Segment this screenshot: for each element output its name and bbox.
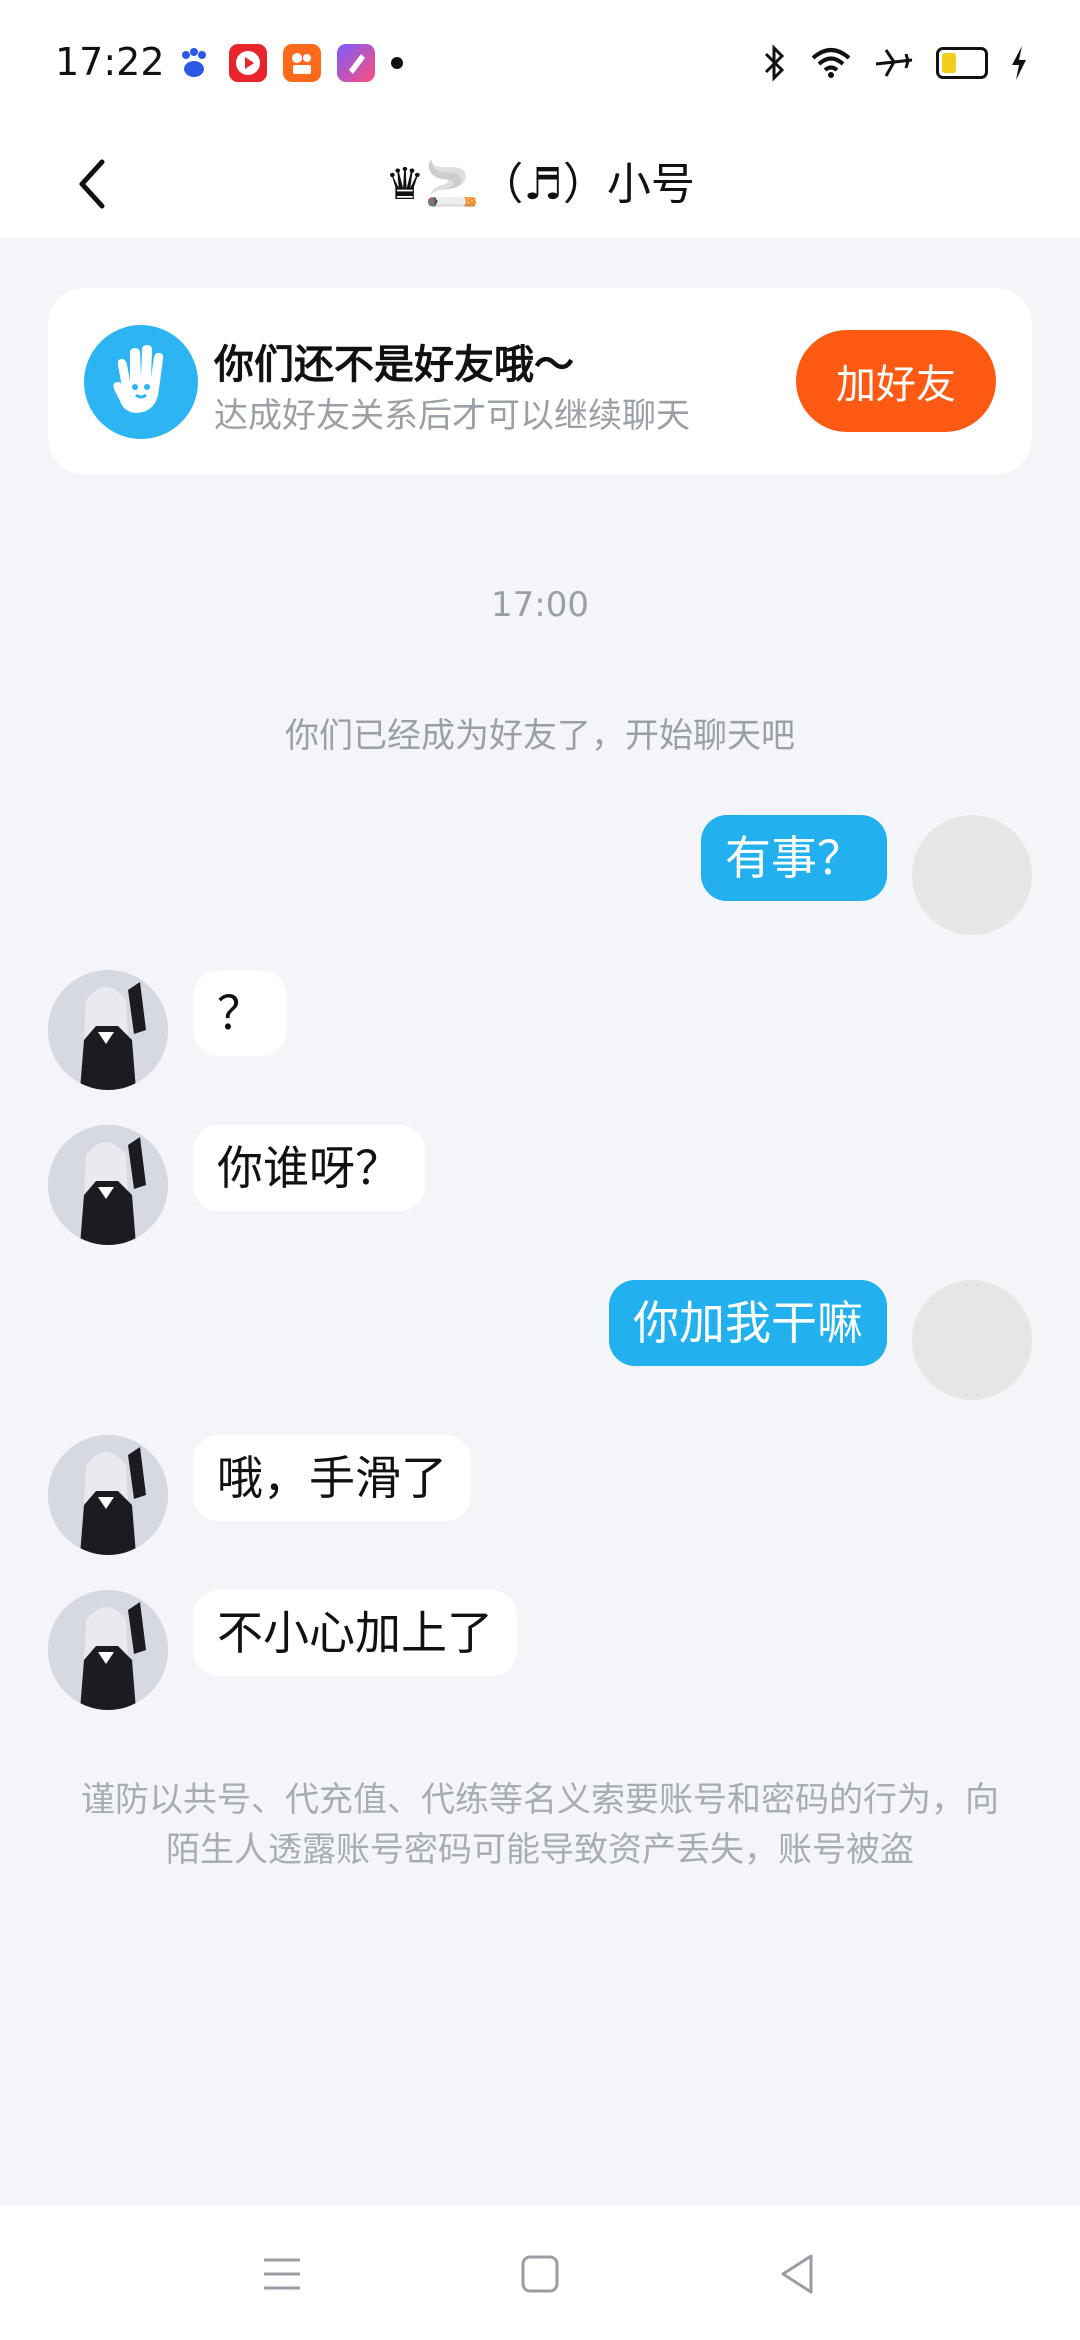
card-subtitle: 达成好友关系后才可以继续聊天: [214, 396, 690, 436]
system-icons: [762, 44, 1028, 82]
contact-avatar[interactable]: [48, 1590, 168, 1710]
message-bubble-sent[interactable]: 有事？: [701, 815, 887, 901]
kuaishou-app-icon: [283, 44, 321, 82]
system-message: 你们已经成为好友了，开始聊天吧: [285, 716, 795, 756]
back-nav-button[interactable]: [762, 2239, 832, 2309]
menu-icon: [264, 2258, 300, 2290]
home-square-icon: [521, 2255, 559, 2293]
add-friend-button[interactable]: 加好友: [796, 330, 996, 432]
message-bubble-received[interactable]: 你谁呀？: [193, 1125, 425, 1211]
chat-header: ♛🚬（♬）小号: [0, 130, 1080, 238]
bluetooth-icon: [764, 44, 785, 82]
charging-icon: [1012, 46, 1026, 80]
card-title: 你们还不是好友哦～: [214, 342, 574, 388]
notification-icons: [175, 44, 403, 82]
contact-avatar[interactable]: [48, 970, 168, 1090]
system-nav-bar: [0, 2206, 1080, 2340]
my-avatar[interactable]: [912, 1280, 1032, 1400]
contact-name[interactable]: ♛🚬（♬）小号: [0, 148, 1080, 212]
status-time: 17:22: [55, 40, 165, 84]
battery-icon: [936, 47, 988, 79]
my-avatar[interactable]: [912, 815, 1032, 935]
message-row: 你加我干嘛: [0, 1280, 1080, 1400]
message-row: 你谁呀？: [0, 1125, 1080, 1245]
wifi-icon: [811, 48, 851, 78]
message-row: ？: [0, 970, 1080, 1090]
home-nav-button[interactable]: [505, 2239, 575, 2309]
pinduoduo-app-icon: [337, 44, 375, 82]
not-friends-card: 你们还不是好友哦～ 达成好友关系后才可以继续聊天 加好友: [48, 288, 1032, 474]
status-bar: 17:22: [0, 0, 1080, 130]
message-bubble-sent[interactable]: 你加我干嘛: [609, 1280, 887, 1366]
message-bubble-received[interactable]: 不小心加上了: [193, 1590, 517, 1676]
airplane-icon: [875, 49, 913, 77]
contact-avatar[interactable]: [48, 1125, 168, 1245]
message-row: 有事？: [0, 815, 1080, 935]
back-triangle-icon: [781, 2254, 813, 2294]
more-notifications-icon: [391, 57, 403, 69]
message-row: 哦，手滑了: [0, 1435, 1080, 1555]
baidu-app-icon: [175, 44, 213, 82]
menu-nav-button[interactable]: [247, 2239, 317, 2309]
message-row: 不小心加上了: [0, 1590, 1080, 1710]
message-bubble-received[interactable]: ？: [193, 970, 287, 1056]
chat-timestamp: 17:00: [491, 585, 589, 625]
video-app-icon: [229, 44, 267, 82]
hand-wave-icon: [84, 325, 198, 439]
message-bubble-received[interactable]: 哦，手滑了: [193, 1435, 471, 1521]
contact-avatar[interactable]: [48, 1435, 168, 1555]
security-warning: 谨防以共号、代充值、代练等名义索要账号和密码的行为，向陌生人透露账号密码可能导致…: [81, 1780, 999, 1870]
